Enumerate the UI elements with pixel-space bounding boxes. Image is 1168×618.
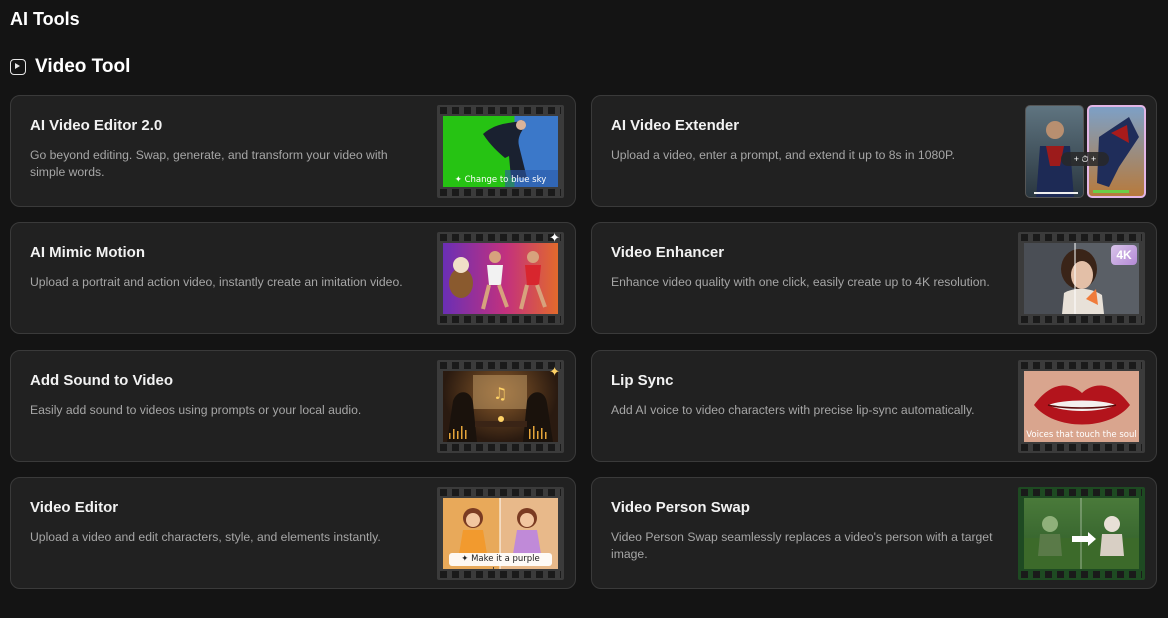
- card-thumbnail: Voices that touch the soul: [1018, 360, 1145, 453]
- card-description: Easily add sound to videos using prompts…: [30, 403, 362, 417]
- thumbnail-caption: Voices that touch the soul: [1026, 430, 1137, 440]
- card-description: Enhance video quality with one click, ea…: [611, 275, 990, 289]
- card-title: Video Enhancer: [611, 244, 725, 261]
- tool-card-video-enhancer[interactable]: Video Enhancer Enhance video quality wit…: [591, 222, 1157, 334]
- card-title: AI Video Editor 2.0: [30, 117, 163, 134]
- sparkle-icon: ✦: [549, 230, 560, 245]
- tool-card-add-sound-to-video[interactable]: Add Sound to Video Easily add sound to v…: [10, 350, 576, 462]
- sparkle-icon: ✦: [549, 364, 560, 379]
- tool-card-ai-video-editor-2[interactable]: AI Video Editor 2.0 Go beyond editing. S…: [10, 95, 576, 207]
- card-thumbnail: ✦ Make it a purple dress: [437, 487, 564, 580]
- tool-card-ai-video-extender[interactable]: AI Video Extender Upload a video, enter …: [591, 95, 1157, 207]
- card-thumbnail: 4K: [1018, 232, 1145, 325]
- card-description: Upload a portrait and action video, inst…: [30, 275, 403, 289]
- card-thumbnail: ✦: [437, 230, 564, 325]
- tool-card-ai-mimic-motion[interactable]: AI Mimic Motion Upload a portrait and ac…: [10, 222, 576, 334]
- 4k-badge: 4K: [1111, 245, 1137, 265]
- card-description: Go beyond editing. Swap, generate, and t…: [30, 148, 388, 179]
- tool-card-video-person-swap[interactable]: Video Person Swap Video Person Swap seam…: [591, 477, 1157, 589]
- running-characters-icon: [449, 251, 547, 310]
- card-description: Upload a video and edit characters, styl…: [30, 530, 381, 544]
- card-thumbnail: + ⏱ +: [1025, 105, 1146, 198]
- page-title: AI Tools: [10, 9, 80, 29]
- ai-tools-page: AI Tools Video Tool AI Video Editor 2.0 …: [0, 0, 1168, 618]
- card-title: Video Person Swap: [611, 499, 750, 516]
- svg-text:♫: ♫: [493, 384, 507, 403]
- section-title: Video Tool: [35, 56, 131, 77]
- tool-card-video-editor[interactable]: Video Editor Upload a video and edit cha…: [10, 477, 576, 589]
- person-swap-scene-icon: [1024, 498, 1139, 569]
- dinner-scene-icon: ♫: [447, 375, 553, 442]
- card-thumbnail: ✦ Change to blue sky: [437, 105, 564, 198]
- extend-timer-badge: + ⏱ +: [1061, 152, 1109, 166]
- thumbnail-caption: ✦ Make it a purple dress: [449, 553, 552, 569]
- thumbnail-caption: ✦ Change to blue sky: [454, 175, 547, 185]
- card-description: Upload a video, enter a prompt, and exte…: [611, 148, 955, 162]
- card-title: Video Editor: [30, 499, 119, 516]
- card-thumbnail: [1018, 487, 1145, 580]
- section-header-video-tool: Video Tool: [10, 56, 130, 78]
- video-frame-icon: [10, 59, 26, 75]
- card-description: Video Person Swap seamlessly replaces a …: [611, 530, 993, 561]
- card-description: Add AI voice to video characters with pr…: [611, 403, 975, 417]
- card-title: Add Sound to Video: [30, 372, 174, 389]
- card-thumbnail: ♫ ✦: [437, 360, 564, 453]
- card-title: AI Video Extender: [611, 117, 740, 134]
- card-title: AI Mimic Motion: [30, 244, 145, 261]
- card-title: Lip Sync: [611, 372, 674, 389]
- tool-card-lip-sync[interactable]: Lip Sync Add AI voice to video character…: [591, 350, 1157, 462]
